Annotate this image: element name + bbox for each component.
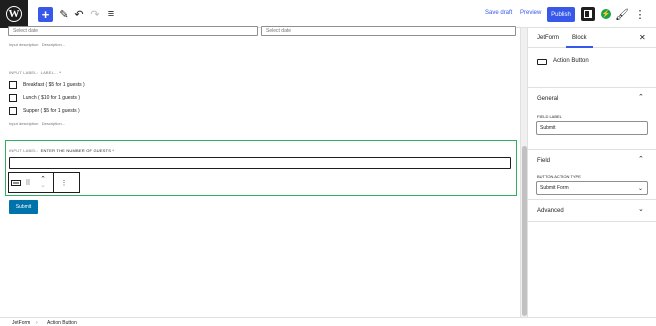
add-block-button[interactable]: + (38, 7, 53, 22)
jet-plugin-icon[interactable]: ⚡ (601, 9, 611, 19)
panel-general: General ⌃ FIELD LABEL Submit (528, 88, 656, 150)
panel-field: Field ⌃ BUTTON ACTION TYPE Submit Form ⌄ (528, 150, 656, 200)
settings-toggle-button[interactable] (581, 7, 595, 21)
canvas-scrollbar[interactable] (520, 28, 527, 317)
breadcrumb: JetForm › Action Button (0, 317, 656, 326)
block-card: Action Button (528, 48, 656, 88)
breadcrumb-separator: › (36, 320, 38, 326)
checkbox[interactable] (9, 93, 17, 102)
sidebar-toggle-icon (584, 10, 592, 18)
field-label-input[interactable]: Submit (536, 121, 648, 135)
label-prefix: INPUT LABEL: (9, 70, 39, 75)
editor-app: W + ✎ ↶ ↷ ≡ Save draft Preview Publish ⚡… (0, 0, 656, 326)
options-more-icon[interactable]: ⋮ (635, 6, 646, 22)
block-options-icon[interactable]: ⋮ (54, 173, 74, 192)
style-brush-icon[interactable]: 🖌 (615, 6, 629, 22)
checkbox-option[interactable]: Breakfast ( $5 for 1 guests ) (9, 80, 85, 89)
tab-block[interactable]: Block (566, 35, 593, 48)
sidebar-tabs: JetForm Block ✕ (528, 28, 656, 48)
wordpress-logo-button[interactable]: W (0, 0, 28, 28)
chevron-down-icon: ⌄ (637, 185, 643, 192)
date-field-1[interactable]: Select date (8, 26, 258, 36)
breadcrumb-item-jetform[interactable]: JetForm (12, 320, 30, 326)
description-placeholder: Description... (41, 42, 66, 47)
move-controls: ⌃ ⌄ (33, 173, 53, 192)
checkbox[interactable] (9, 106, 17, 115)
form-submit-button[interactable]: Submit (9, 200, 38, 214)
wordpress-logo-icon: W (6, 6, 22, 22)
input-description: Input description Description... (9, 42, 65, 47)
option-label: Supper ( $5 for 1 guests ) (23, 107, 80, 114)
list-view-icon[interactable]: ≡ (106, 6, 116, 22)
panel-advanced: Advanced ⌄ (528, 200, 656, 222)
option-label: Breakfast ( $5 for 1 guests ) (23, 81, 85, 88)
preview-button[interactable]: Preview (520, 10, 541, 16)
description-placeholder: Description... (41, 121, 66, 126)
chevron-up-icon[interactable]: ⌃ (638, 93, 644, 101)
action-type-value: Submit Form (540, 185, 569, 191)
guests-number-input[interactable] (9, 157, 511, 169)
action-type-select[interactable]: Submit Form ⌄ (536, 181, 648, 195)
required-star: * (112, 148, 115, 153)
action-button-icon (537, 59, 547, 65)
action-type-caption: BUTTON ACTION TYPE (537, 174, 581, 179)
block-name: Action Button (553, 58, 589, 64)
field-label-caption: FIELD LABEL (537, 114, 562, 119)
chevron-up-icon[interactable]: ⌃ (638, 155, 644, 163)
block-type-button[interactable] (9, 173, 23, 192)
checkbox-field-label: INPUT LABEL: LABEL... * (9, 70, 61, 75)
panel-field-toggle[interactable]: Field (537, 158, 550, 164)
save-draft-button[interactable]: Save draft (485, 10, 512, 16)
breadcrumb-item-action-button[interactable]: Action Button (47, 320, 77, 326)
date-field-2[interactable]: Select date (261, 26, 516, 36)
redo-icon[interactable]: ↷ (90, 6, 100, 22)
required-star: * (59, 70, 62, 75)
checkbox-option[interactable]: Lunch ( $10 for 1 guests ) (9, 93, 80, 102)
panel-general-toggle[interactable]: General (537, 96, 558, 102)
label-value: ENTER THE NUMBER OF GUESTS (40, 148, 112, 153)
chevron-down-icon[interactable]: ⌄ (638, 205, 644, 213)
move-down-icon[interactable]: ⌄ (40, 182, 46, 189)
pen-tool-icon[interactable]: ✎ (59, 6, 69, 22)
block-toolbar: ⠿ ⌃ ⌄ ⋮ (8, 172, 80, 193)
label-prefix: INPUT LABEL: (9, 148, 39, 153)
drag-handle-icon[interactable]: ⠿ (23, 173, 33, 192)
input-description: Input description Description... (9, 121, 65, 126)
guests-field-label: INPUT LABEL: ENTER THE NUMBER OF GUESTS … (9, 148, 114, 153)
settings-sidebar: JetForm Block ✕ Action Button General ⌃ … (527, 28, 656, 317)
checkbox[interactable] (9, 80, 17, 89)
undo-icon[interactable]: ↶ (74, 6, 84, 22)
action-button-icon (11, 179, 21, 186)
close-icon[interactable]: ✕ (639, 33, 646, 42)
tab-jetform[interactable]: JetForm (537, 35, 559, 41)
input-description-label: Input description (9, 42, 39, 47)
top-toolbar: W + ✎ ↶ ↷ ≡ Save draft Preview Publish ⚡… (0, 0, 656, 28)
label-value: LABEL... (40, 70, 59, 75)
panel-advanced-toggle[interactable]: Advanced (537, 208, 564, 214)
input-description-label: Input description (9, 121, 39, 126)
checkbox-option[interactable]: Supper ( $5 for 1 guests ) (9, 106, 80, 115)
publish-button[interactable]: Publish (547, 7, 575, 22)
option-label: Lunch ( $10 for 1 guests ) (23, 94, 80, 101)
